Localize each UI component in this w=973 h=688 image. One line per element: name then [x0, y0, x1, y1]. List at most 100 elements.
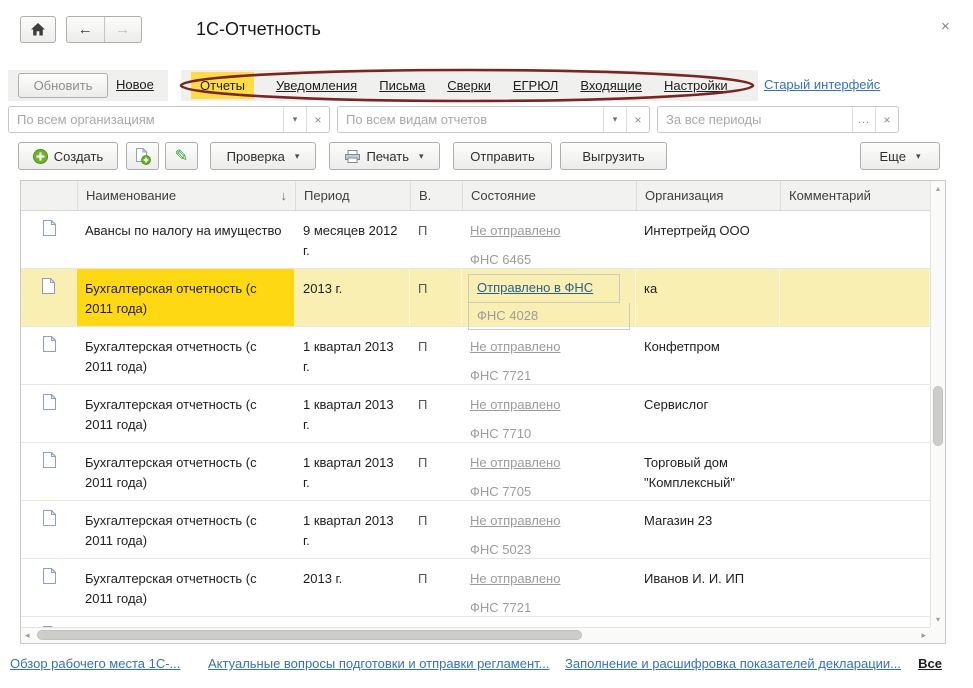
report-period: 1 квартал 2013 г. [295, 501, 410, 558]
tab-reconciliations[interactable]: Сверки [447, 78, 491, 93]
print-button[interactable]: Печать ▾ [329, 142, 440, 170]
new-link[interactable]: Новое [116, 77, 154, 92]
horizontal-scrollbar[interactable]: ◂ ▸ [21, 627, 930, 643]
export-button-label: Выгрузить [582, 149, 644, 164]
column-header-icon[interactable] [21, 181, 77, 210]
report-name: Бухгалтерская отчетность (с 2011 года) [77, 559, 295, 616]
table-row[interactable]: Бухгалтерская отчетность (с 2011 года) 1… [21, 443, 930, 501]
fns-code: ФНС 7721 [470, 598, 628, 618]
table-row-selected[interactable]: Бухгалтерская отчетность (с 2011 года) 2… [21, 269, 930, 327]
old-interface-link[interactable]: Старый интерфейс [764, 77, 880, 92]
status-link[interactable]: Не отправлено [470, 513, 560, 528]
report-comment [780, 269, 930, 326]
report-organization: Интертрейд ООО [636, 211, 780, 268]
forward-button[interactable]: → [105, 17, 142, 42]
report-v: П [410, 617, 462, 627]
footer-link-overview[interactable]: Обзор рабочего места 1С-... [10, 656, 180, 671]
table-row[interactable]: Авансы по налогу на имущество 9 месяцев … [21, 211, 930, 269]
period-filter-input[interactable] [658, 107, 852, 132]
vertical-scrollbar-thumb[interactable] [933, 386, 943, 446]
report-type-filter: ▾ × [337, 106, 650, 133]
document-icon [43, 336, 56, 352]
chevron-down-icon: ▾ [295, 151, 300, 162]
document-icon [43, 394, 56, 410]
report-organization: Иванов И. И. ИП [636, 559, 780, 616]
table-row[interactable]: Бухгалтерская отчетность (с 2011 года) 1… [21, 327, 930, 385]
ellipsis-icon[interactable]: ... [852, 107, 875, 132]
table-row[interactable]: Бухгалтерская отчетность (с 2011 года) 1… [21, 385, 930, 443]
send-button[interactable]: Отправить [453, 142, 552, 170]
close-icon[interactable]: × [941, 18, 950, 35]
column-header-state[interactable]: Состояние [462, 181, 636, 210]
report-v: П [410, 327, 462, 384]
document-icon [43, 452, 56, 468]
tab-incoming[interactable]: Входящие [580, 78, 642, 93]
report-v: П [410, 211, 462, 268]
dropdown-icon[interactable]: ▾ [283, 107, 306, 132]
scroll-down-icon[interactable]: ▾ [931, 615, 945, 624]
document-icon [43, 568, 56, 584]
printer-icon [345, 150, 360, 163]
column-header-comment[interactable]: Комментарий [780, 181, 930, 210]
vertical-scrollbar[interactable]: ▴ ▾ [930, 181, 945, 627]
report-v: П [410, 269, 462, 326]
horizontal-scrollbar-thumb[interactable] [37, 630, 582, 640]
table-row[interactable]: Бухгалтерская отчетность (с 2011 года) 2… [21, 617, 930, 627]
clear-icon[interactable]: × [875, 107, 898, 132]
footer-link-questions[interactable]: Актуальные вопросы подготовки и отправки… [208, 656, 550, 671]
check-button[interactable]: Проверка ▾ [210, 142, 316, 170]
report-organization: Конфетпром [636, 327, 780, 384]
export-button[interactable]: Выгрузить [560, 142, 667, 170]
report-period: 2013 г. [295, 617, 410, 627]
tab-reports[interactable]: Отчеты [191, 72, 254, 99]
report-comment [780, 559, 930, 616]
forward-icon: → [115, 21, 130, 38]
report-organization: Магазин 23 [636, 501, 780, 558]
column-header-name[interactable]: Наименование ↓ [77, 181, 295, 210]
status-link[interactable]: Не отправлено [470, 339, 560, 354]
back-button[interactable]: ← [67, 17, 105, 42]
status-link[interactable]: Не отправлено [470, 397, 560, 412]
column-header-period[interactable]: Период [295, 181, 410, 210]
edit-button[interactable]: ✎ [165, 142, 198, 170]
clear-icon[interactable]: × [306, 107, 329, 132]
report-type-filter-input[interactable] [338, 107, 603, 132]
report-comment [780, 617, 930, 627]
status-link[interactable]: Отправлено в ФНС [468, 274, 620, 303]
clear-icon[interactable]: × [626, 107, 649, 132]
document-icon [43, 220, 56, 236]
report-organization: Торговый дом "Комплексный" [636, 443, 780, 500]
fns-code: ФНС 4028 [468, 303, 630, 331]
table-row[interactable]: Бухгалтерская отчетность (с 2011 года) 2… [21, 559, 930, 617]
check-button-label: Проверка [227, 149, 285, 164]
create-button-label: Создать [54, 149, 103, 164]
status-link[interactable]: Не отправлено [470, 571, 560, 586]
report-name: Бухгалтерская отчетность (с 2011 года) [77, 269, 295, 326]
organization-filter-input[interactable] [9, 107, 283, 132]
refresh-button[interactable]: Обновить [18, 73, 108, 98]
table-row[interactable]: Бухгалтерская отчетность (с 2011 года) 1… [21, 501, 930, 559]
copy-button[interactable] [126, 142, 159, 170]
scroll-left-icon[interactable]: ◂ [25, 630, 30, 641]
footer-link-all[interactable]: Все [918, 656, 942, 671]
status-link[interactable]: Не отправлено [470, 223, 560, 238]
dropdown-icon[interactable]: ▾ [603, 107, 626, 132]
fns-code: ФНС 6465 [470, 250, 628, 270]
scroll-up-icon[interactable]: ▴ [931, 184, 945, 193]
page-title: 1С-Отчетность [196, 19, 321, 40]
status-link[interactable]: Не отправлено [470, 455, 560, 470]
column-header-v[interactable]: В. [410, 181, 462, 210]
report-name: Бухгалтерская отчетность (с 2011 года) [77, 443, 295, 500]
tab-notifications[interactable]: Уведомления [276, 78, 357, 93]
tab-settings[interactable]: Настройки [664, 78, 728, 93]
tab-letters[interactable]: Письма [379, 78, 425, 93]
footer-link-declaration[interactable]: Заполнение и расшифровка показателей дек… [565, 656, 901, 671]
scroll-right-icon[interactable]: ▸ [921, 630, 926, 641]
organization-filter: ▾ × [8, 106, 330, 133]
home-button[interactable] [20, 16, 56, 43]
more-button[interactable]: Еще ▾ [860, 142, 940, 170]
create-button[interactable]: Создать [18, 142, 118, 170]
column-header-org[interactable]: Организация [636, 181, 780, 210]
tab-egrul[interactable]: ЕГРЮЛ [513, 78, 558, 93]
more-button-label: Еще [880, 149, 906, 164]
